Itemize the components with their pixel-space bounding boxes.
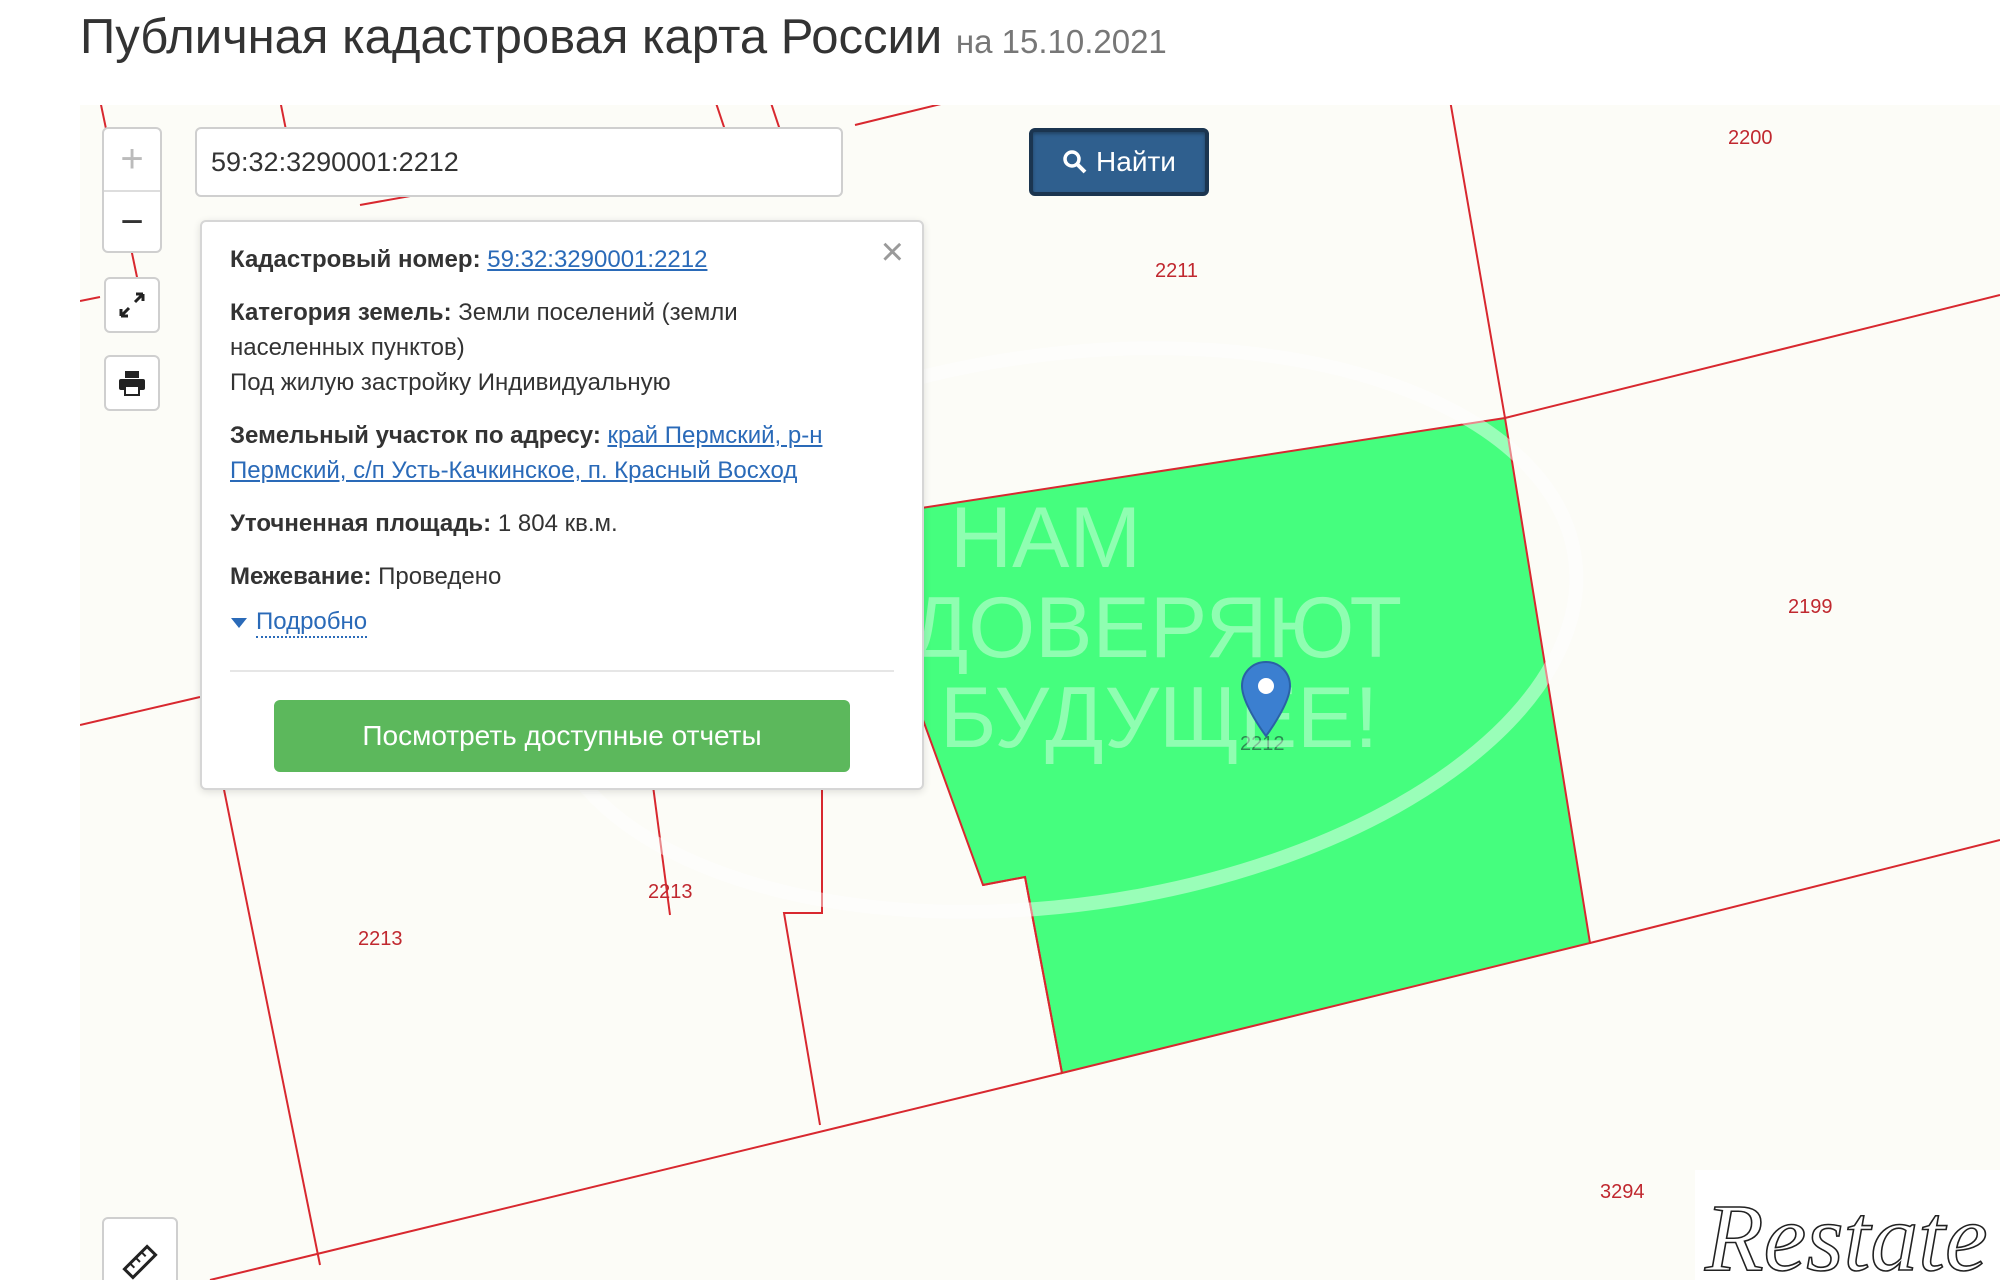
view-reports-button[interactable]: Посмотреть доступные отчеты (274, 700, 850, 772)
expand-icon (119, 292, 145, 318)
parcel-label-2213: 2213 (648, 881, 693, 903)
caret-down-icon (231, 618, 247, 628)
area-label: Уточненная площадь: (230, 510, 492, 537)
page-date: на 15.10.2021 (955, 23, 1167, 60)
find-button[interactable]: Найти (1029, 128, 1209, 196)
parcel-label-2211: 2211 (1155, 260, 1198, 282)
close-icon: × (880, 230, 904, 274)
survey-row: Межевание: Проведено (230, 559, 870, 594)
parcel-label-3294: 3294 (1600, 1181, 1645, 1203)
restate-logo: Restate (1695, 1170, 2000, 1285)
location-pin-icon[interactable] (1240, 660, 1292, 740)
popup-close-button[interactable]: × (881, 232, 904, 272)
cadastral-map[interactable]: 2200 2211 2199 2213 2213 3294 2212 НАМ Д… (80, 105, 2000, 1280)
find-button-label: Найти (1096, 146, 1176, 177)
measure-button[interactable] (102, 1217, 178, 1280)
zoom-control: + − (102, 127, 162, 253)
print-icon (119, 371, 145, 396)
zoom-in-button[interactable]: + (104, 129, 160, 192)
search-icon (1063, 150, 1087, 174)
survey-value: Проведено (378, 563, 502, 590)
parcel-label-2200: 2200 (1728, 127, 1773, 149)
page-title-text: Публичная кадастровая карта России (80, 10, 943, 64)
parcel-label-2213-b: 2213 (358, 928, 403, 950)
parcel-info-popup: × Кадастровый номер: 59:32:3290001:2212 … (200, 220, 924, 790)
area-value: 1 804 кв.м. (497, 510, 618, 537)
land-category-row: Категория земель: Земли поселений (земли… (230, 295, 870, 400)
cadastral-number-link[interactable]: 59:32:3290001:2212 (487, 246, 707, 273)
plus-icon: + (120, 137, 144, 181)
selected-parcel[interactable] (848, 416, 1592, 1075)
details-link[interactable]: Подробно (256, 608, 368, 638)
land-category-label: Категория земель: (230, 299, 452, 326)
fullscreen-button[interactable] (104, 277, 160, 333)
details-toggle[interactable]: Подробно (230, 608, 870, 638)
address-label: Земельный участок по адресу: (230, 422, 601, 449)
zoom-out-button[interactable]: − (104, 192, 160, 251)
cadastral-number-label: Кадастровый номер: (230, 246, 481, 273)
parcel-label-2199: 2199 (1788, 596, 1833, 618)
restate-logo-text: Restate (1704, 1184, 1988, 1280)
area-row: Уточненная площадь: 1 804 кв.м. (230, 506, 870, 541)
minus-icon: − (120, 200, 144, 244)
cadastral-number-row: Кадастровый номер: 59:32:3290001:2212 (230, 242, 870, 277)
print-button[interactable] (104, 355, 160, 411)
page-title: Публичная кадастровая карта России на 15… (80, 8, 1167, 71)
popup-divider (230, 670, 894, 672)
address-row: Земельный участок по адресу: край Пермск… (230, 418, 870, 488)
cadastral-search-input[interactable] (195, 127, 843, 197)
land-usage-value: Под жилую застройку Индивидуальную (230, 369, 671, 396)
survey-label: Межевание: (230, 563, 372, 590)
ruler-icon (122, 1244, 158, 1280)
